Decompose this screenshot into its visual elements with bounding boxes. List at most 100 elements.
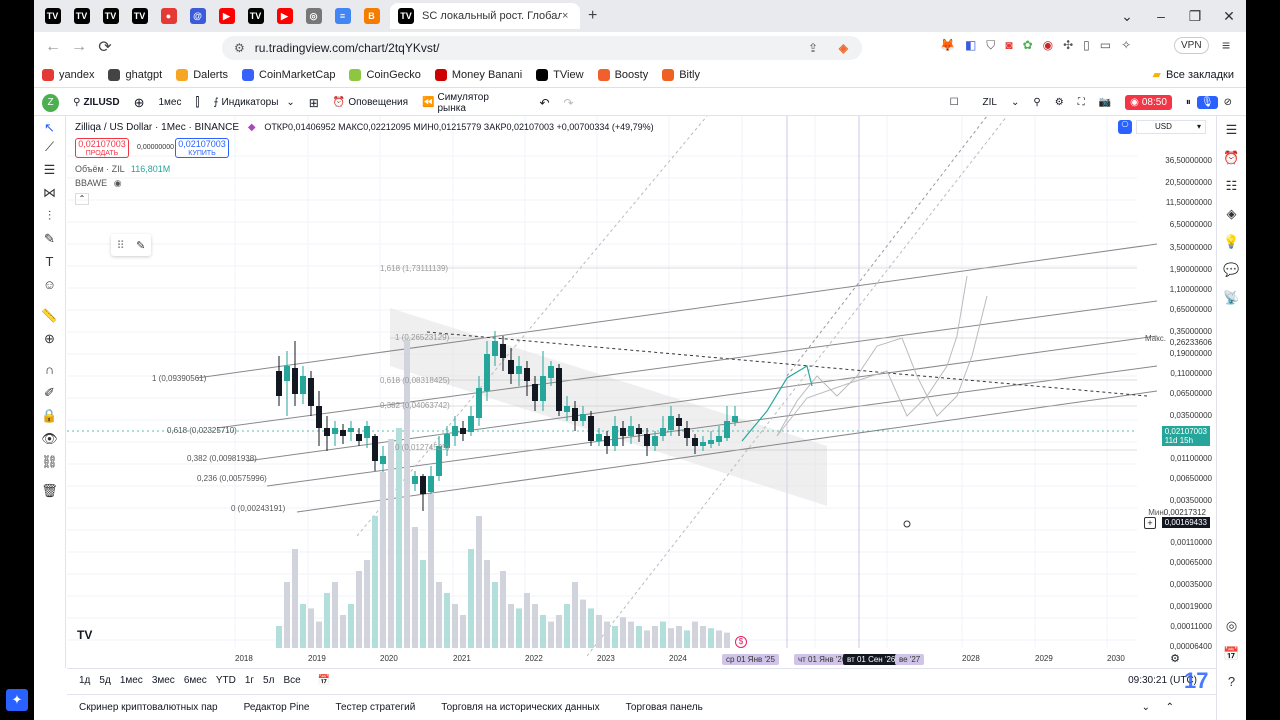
- lock-drawing-icon[interactable]: ✐: [34, 385, 65, 408]
- bottom-tab[interactable]: Скринер криптовалютных пар: [79, 702, 218, 713]
- alerts-button[interactable]: ⏰ Оповещения: [333, 97, 408, 108]
- layouts-icon[interactable]: ⊞: [309, 96, 319, 110]
- chevron-down-icon[interactable]: ⌄: [1142, 702, 1150, 713]
- vpn-button[interactable]: VPN: [1174, 37, 1209, 54]
- active-tab[interactable]: TV SC локальный рост. Глобально в С ×: [390, 3, 580, 29]
- zoom-icon[interactable]: ⊕: [34, 331, 65, 354]
- wallet-icon[interactable]: ▭: [1100, 38, 1111, 53]
- compare-toggle-icon[interactable]: ⎔: [1118, 120, 1132, 134]
- redo-icon[interactable]: ↷: [564, 96, 574, 110]
- range-button[interactable]: 1г: [245, 675, 254, 686]
- cursor-icon[interactable]: ↖: [34, 116, 65, 139]
- browser-tab[interactable]: ●: [154, 3, 183, 29]
- browser-tab[interactable]: ≡: [328, 3, 357, 29]
- puzzle-icon[interactable]: ✣: [1063, 38, 1073, 53]
- maximize-button[interactable]: ❐: [1178, 8, 1212, 25]
- indicators-button[interactable]: ⨍ Индикаторы ⌄: [213, 97, 294, 108]
- forward-button[interactable]: →: [66, 38, 92, 56]
- browser-tab[interactable]: @: [183, 3, 212, 29]
- magnet-icon[interactable]: ∩: [34, 362, 65, 385]
- tab-search-icon[interactable]: ⌄: [1110, 8, 1144, 25]
- extension-icon[interactable]: ◧: [965, 38, 976, 53]
- object-tree-icon[interactable]: ☷: [1217, 172, 1246, 200]
- calendar-icon[interactable]: 📅: [1217, 640, 1246, 668]
- range-button[interactable]: 3мес: [152, 675, 175, 686]
- bookmark-item[interactable]: Money Banani: [434, 68, 522, 81]
- bookmark-item[interactable]: Bitly: [662, 68, 700, 81]
- share-icon[interactable]: ⇪: [808, 41, 818, 55]
- browser-tab[interactable]: TV: [241, 3, 270, 29]
- bookmark-item[interactable]: CoinGecko: [349, 68, 421, 81]
- lock-icon[interactable]: 🔒: [34, 408, 65, 431]
- bookmark-item[interactable]: yandex: [42, 68, 94, 81]
- eye-icon[interactable]: ◉: [114, 178, 122, 188]
- browser-tab[interactable]: ◎: [299, 3, 328, 29]
- all-bookmarks[interactable]: ▰ Все закладки: [1153, 68, 1235, 82]
- ruler-icon[interactable]: 📏: [34, 308, 65, 331]
- browser-tab[interactable]: TV: [67, 3, 96, 29]
- maximize-panel-icon[interactable]: ⌃: [1166, 702, 1174, 713]
- target-icon[interactable]: ◎: [1217, 612, 1246, 640]
- fullscreen-icon[interactable]: ⛶: [1078, 97, 1085, 108]
- buy-button[interactable]: 0,02107003 КУПИТЬ: [175, 138, 229, 158]
- bookmark-item[interactable]: Boosty: [597, 68, 648, 81]
- chat-icon[interactable]: 💬: [1217, 256, 1246, 284]
- quick-search-icon[interactable]: ⚲: [1033, 97, 1040, 108]
- range-button[interactable]: 6мес: [184, 675, 207, 686]
- leo-icon[interactable]: ✧: [1121, 38, 1131, 53]
- brave-shield-icon[interactable]: ◈: [839, 41, 848, 55]
- url-field[interactable]: ⚙ ru.tradingview.com/chart/2tqYKvst/ ⇪ ◈: [222, 36, 862, 60]
- axis-settings-icon[interactable]: ⚙: [1170, 652, 1180, 665]
- sidebar-icon[interactable]: ▯: [1083, 38, 1090, 53]
- brush-icon[interactable]: ✎: [136, 239, 145, 252]
- range-button[interactable]: YTD: [216, 675, 236, 686]
- chart-area[interactable]: Zilliqa / US Dollar · 1Мес · BINANCE ◆ О…: [67, 116, 1216, 668]
- shield-icon[interactable]: ⛉: [986, 38, 995, 53]
- extension-icon[interactable]: ◉: [1043, 38, 1053, 53]
- add-alert-icon[interactable]: +: [1144, 517, 1156, 529]
- text-icon[interactable]: T: [34, 254, 65, 277]
- event-icon[interactable]: $: [735, 636, 747, 648]
- drag-handle-icon[interactable]: ⠿: [117, 239, 125, 252]
- brush-icon[interactable]: ✎: [34, 231, 65, 254]
- time-axis[interactable]: 2018 2019 2020 2021 2022 2023 2024 2028 2029 2030…: [67, 648, 1137, 668]
- trend-line-icon[interactable]: ⟋: [34, 139, 65, 162]
- ideas-icon[interactable]: 💡: [1217, 228, 1246, 256]
- site-info-icon[interactable]: ⚙: [234, 41, 245, 55]
- signal-icon[interactable]: 📡: [1217, 284, 1246, 312]
- bookmark-item[interactable]: ghatgpt: [108, 68, 162, 81]
- symbol-search[interactable]: ⚲ ZILUSD: [73, 97, 119, 108]
- pattern-icon[interactable]: ⋈: [34, 185, 65, 208]
- recording-badge[interactable]: ◉ 08:50: [1125, 95, 1172, 110]
- range-button[interactable]: 5д: [99, 675, 110, 686]
- new-tab-button[interactable]: +: [588, 7, 597, 25]
- sell-button[interactable]: 0,02107003 ПРОДАТЬ: [75, 138, 129, 158]
- collapse-legend-icon[interactable]: ⌃: [75, 193, 89, 205]
- menu-icon[interactable]: ≡: [1222, 37, 1230, 53]
- floating-drawing-toolbar[interactable]: ⠿ ✎: [111, 234, 151, 256]
- range-button[interactable]: 1мес: [120, 675, 143, 686]
- browser-tab[interactable]: TV: [125, 3, 154, 29]
- watchlist-icon[interactable]: ☰: [1217, 116, 1246, 144]
- metamask-icon[interactable]: 🦊: [940, 38, 955, 53]
- layout-name[interactable]: ZIL: [983, 97, 997, 108]
- extension-icon[interactable]: ✿: [1023, 38, 1033, 53]
- price-axis[interactable]: 36,50000000 20,50000000 11,50000000 6,50000…: [1136, 116, 1216, 651]
- range-button[interactable]: 1д: [79, 675, 90, 686]
- browser-tab[interactable]: ▶: [270, 3, 299, 29]
- bookmark-item[interactable]: CoinMarketCap: [242, 68, 335, 81]
- replay-button[interactable]: ⏪ Симулятор рынка: [422, 92, 515, 114]
- camera-icon[interactable]: 📷: [1099, 97, 1111, 108]
- settings-icon[interactable]: ⚙: [1055, 97, 1064, 108]
- camera-off-icon[interactable]: ⊘: [1224, 97, 1232, 108]
- close-tab-icon[interactable]: ×: [562, 10, 568, 22]
- eye-icon[interactable]: 👁: [34, 431, 65, 454]
- bookmark-item[interactable]: Dalerts: [176, 68, 228, 81]
- range-button[interactable]: Все: [283, 675, 300, 686]
- alerts-clock-icon[interactable]: ⏰: [1217, 144, 1246, 172]
- bottom-tab[interactable]: Торговля на исторических данных: [441, 702, 599, 713]
- help-icon[interactable]: ?: [1217, 668, 1246, 696]
- pause-icon[interactable]: ⏸: [1186, 97, 1191, 108]
- close-window-button[interactable]: ✕: [1212, 8, 1246, 25]
- back-button[interactable]: ←: [40, 38, 66, 56]
